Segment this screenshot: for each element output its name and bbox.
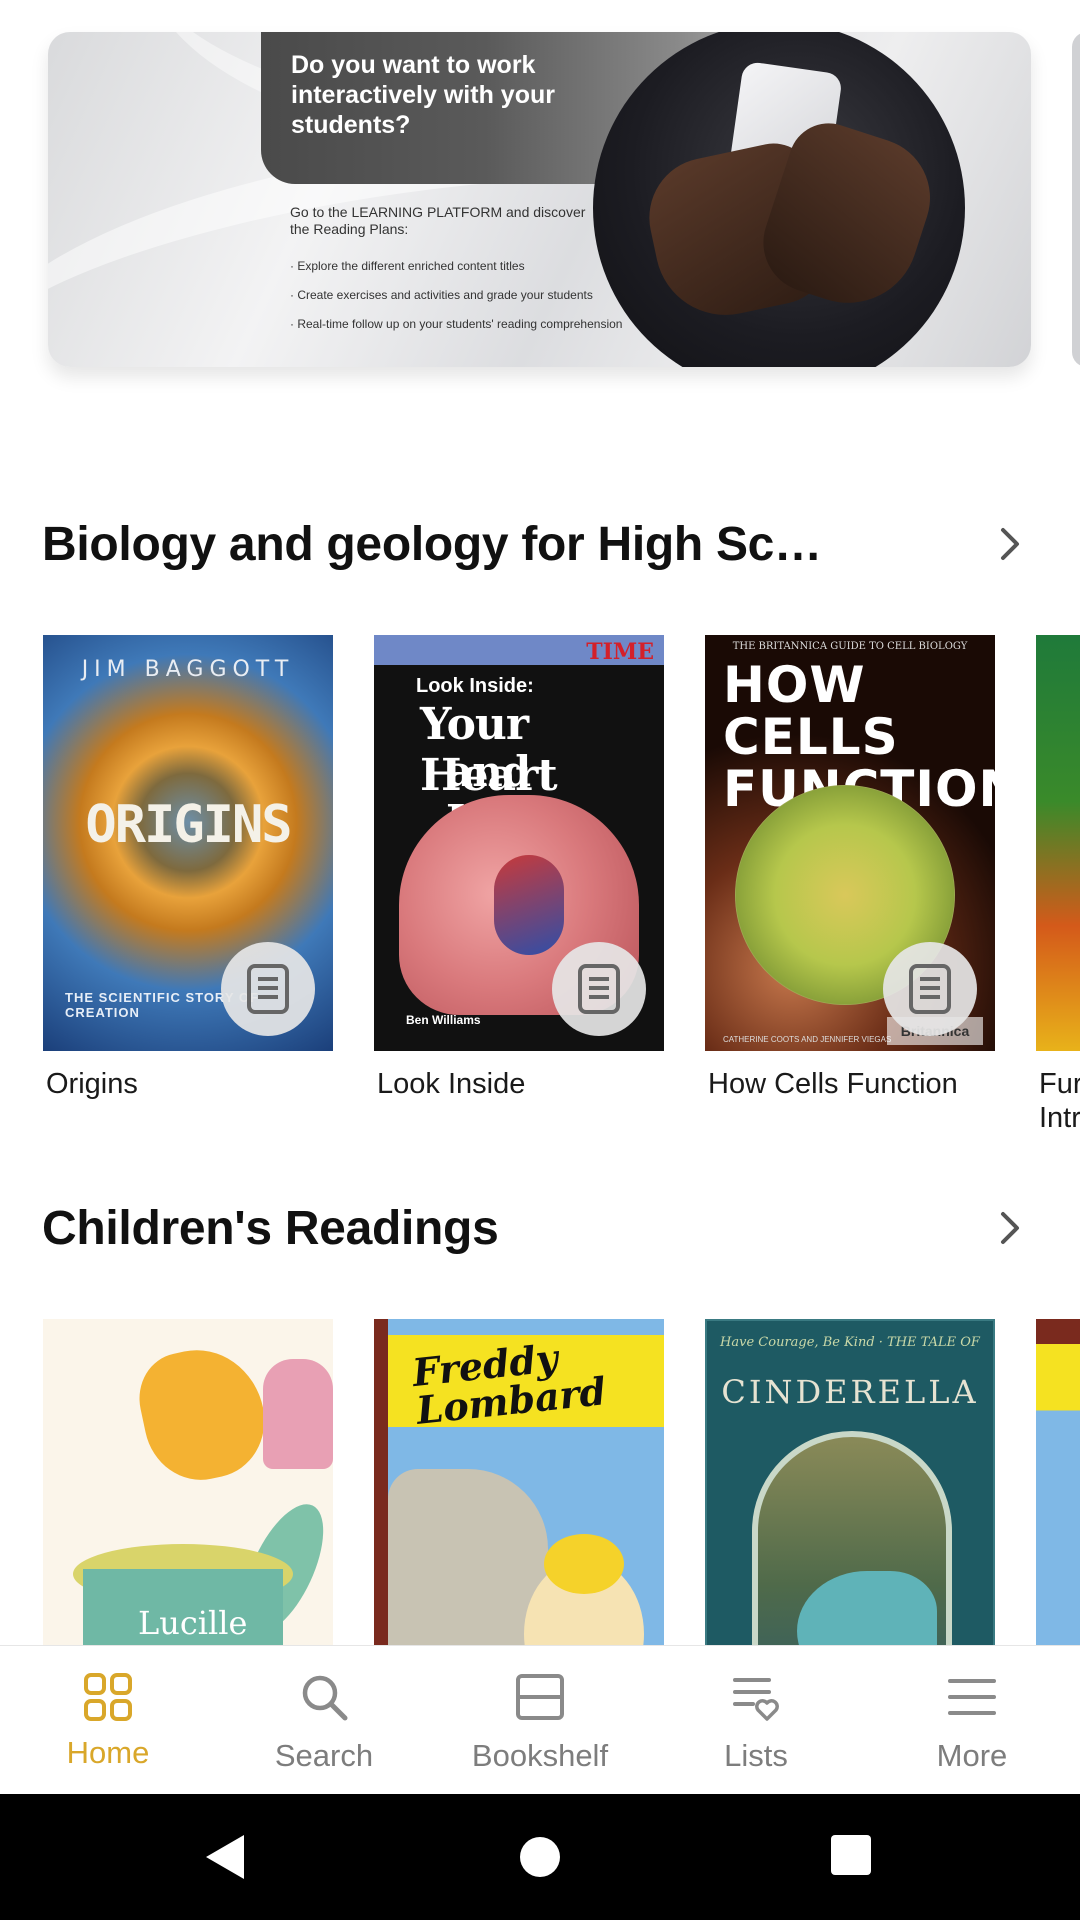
book-card[interactable]: Lucille Cooks [43, 1319, 333, 1645]
book-title: Fur Intr [1039, 1068, 1080, 1134]
nav-lists[interactable]: Lists [648, 1646, 864, 1795]
book-cover[interactable]: JIM BAGGOTT ORIGINS THE SCIENTIFIC STORY… [43, 635, 333, 1051]
document-icon [247, 964, 289, 1014]
chevron-right-icon[interactable] [990, 1208, 1030, 1248]
book-cover[interactable]: THE BRITANNICA GUIDE TO CELL BIOLOGY HOW… [705, 635, 995, 1051]
search-icon [302, 1675, 348, 1721]
cover-author: Ben Williams [406, 1013, 481, 1027]
document-icon [909, 964, 951, 1014]
cover-title: Lucille Cooks [138, 1604, 248, 1645]
cover-kicker: Look Inside: [416, 675, 534, 697]
book-title: Origins [46, 1068, 138, 1100]
cover-illustration [130, 1337, 276, 1491]
nav-label: Home [66, 1735, 150, 1770]
reading-plan-badge [883, 942, 977, 1036]
back-icon[interactable] [200, 1829, 252, 1885]
book-card[interactable]: JIM BAGGOTT ORIGINS THE SCIENTIFIC STORY… [43, 635, 333, 1101]
book-card[interactable]: Freddy Lombard [374, 1319, 664, 1645]
lists-icon [733, 1678, 779, 1721]
nav-bookshelf[interactable]: Bookshelf [432, 1646, 648, 1795]
banner-bullets: · Explore the different enriched content… [290, 258, 622, 345]
nav-label: Search [274, 1738, 374, 1773]
nav-label: Lists [724, 1738, 788, 1773]
home-circle-icon[interactable] [514, 1831, 566, 1883]
system-navigation-bar [0, 1794, 1080, 1920]
banner-bullet: · Real-time follow up on your students' … [290, 317, 623, 331]
banner-bullet: · Create exercises and activities and gr… [290, 288, 593, 302]
home-grid-icon [84, 1673, 132, 1721]
book-card[interactable]: THE BRITANNICA GUIDE TO CELL BIOLOGY HOW… [705, 635, 995, 1101]
recents-icon[interactable] [828, 1832, 874, 1878]
book-card[interactable]: Fur Intr [1036, 635, 1080, 1135]
nav-more[interactable]: More [864, 1646, 1080, 1795]
book-title: Look Inside [377, 1068, 526, 1100]
book-card[interactable] [1036, 1319, 1080, 1645]
document-icon [578, 964, 620, 1014]
chevron-right-icon[interactable] [990, 524, 1030, 564]
heart-illustration [494, 855, 564, 955]
book-card[interactable]: Have Courage, Be Kind · THE TALE OF CIND… [705, 1319, 995, 1645]
book-cover[interactable] [1036, 635, 1080, 1051]
cover-title: ORIGINS [85, 795, 292, 855]
promo-carousel[interactable]: Do you want to work interactively with y… [0, 0, 1080, 400]
section-title-biology[interactable]: Biology and geology for High Sc… [42, 517, 822, 572]
book-carousel-childrens[interactable]: Lucille Cooks Freddy Lombard Have Courag… [0, 1319, 1080, 1645]
banner-subtitle: Go to the LEARNING PLATFORM and discover… [290, 204, 586, 237]
cover-tagline: Have Courage, Be Kind · THE TALE OF [720, 1335, 980, 1350]
cover-illustration [263, 1359, 333, 1469]
banner-photo [593, 32, 965, 367]
next-banner-peek[interactable] [1072, 32, 1080, 367]
section-title-childrens-readings[interactable]: Children's Readings [42, 1201, 499, 1256]
cover-illustration [388, 1469, 548, 1645]
nav-label: More [936, 1738, 1008, 1773]
nav-search[interactable]: Search [216, 1646, 432, 1795]
promo-banner[interactable]: Do you want to work interactively with y… [48, 32, 1031, 367]
cover-brand: TIME [586, 639, 654, 665]
banner-bullet: · Explore the different enriched content… [290, 259, 525, 273]
book-title: How Cells Function [708, 1068, 958, 1100]
cover-author: CATHERINE COOTS AND JENNIFER VIEGAS [723, 1035, 892, 1044]
book-cover[interactable] [1036, 1319, 1080, 1645]
book-cover[interactable]: Lucille Cooks [43, 1319, 333, 1645]
nav-home[interactable]: Home [0, 1646, 216, 1795]
menu-icon [948, 1679, 996, 1715]
cover-title: CINDERELLA [721, 1373, 979, 1411]
nav-label: Bookshelf [471, 1738, 609, 1773]
book-card[interactable]: TIME Look Inside: Your Heart and Lungs B… [374, 635, 664, 1101]
bookshelf-icon [516, 1674, 564, 1720]
reading-plan-badge [552, 942, 646, 1036]
book-cover[interactable]: Freddy Lombard [374, 1319, 664, 1645]
cover-author: JIM BAGGOTT [81, 657, 295, 682]
cover-illustration [544, 1534, 624, 1594]
book-cover[interactable]: Have Courage, Be Kind · THE TALE OF CIND… [705, 1319, 995, 1645]
book-cover[interactable]: TIME Look Inside: Your Heart and Lungs B… [374, 635, 664, 1051]
reading-plan-badge [221, 942, 315, 1036]
book-carousel-biology[interactable]: JIM BAGGOTT ORIGINS THE SCIENTIFIC STORY… [0, 635, 1080, 1145]
banner-headline: Do you want to work interactively with y… [291, 51, 555, 139]
bottom-navigation: Home Search Bookshelf Lists More [0, 1645, 1080, 1794]
cover-series: THE BRITANNICA GUIDE TO CELL BIOLOGY [732, 641, 968, 652]
